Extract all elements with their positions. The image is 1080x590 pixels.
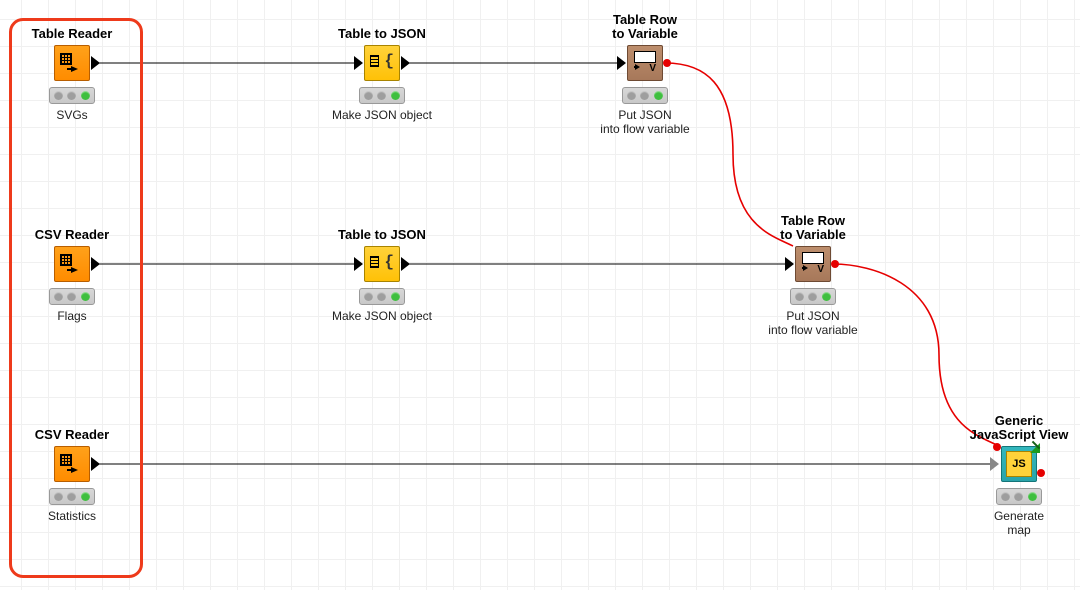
variable-output-port[interactable]	[1037, 469, 1045, 477]
node-n7[interactable]: CSV Reader Statistics	[0, 428, 147, 523]
node-n1[interactable]: Table Reader SVGs	[0, 27, 147, 122]
output-port[interactable]	[91, 257, 100, 271]
input-port[interactable]	[990, 457, 999, 471]
generic-js-view-icon[interactable]: JS	[1001, 446, 1037, 482]
table-to-json-icon[interactable]: {	[364, 45, 400, 81]
output-port[interactable]	[91, 457, 100, 471]
status-traffic-light	[996, 488, 1042, 505]
variable-output-port[interactable]	[831, 260, 839, 268]
input-port[interactable]	[785, 257, 794, 271]
status-traffic-light	[359, 87, 405, 104]
node-caption: Make JSON object	[307, 108, 457, 122]
node-caption: SVGs	[0, 108, 147, 122]
input-port[interactable]	[354, 257, 363, 271]
node-title: Generic JavaScript View	[944, 414, 1080, 442]
node-caption: Put JSON into flow variable	[570, 108, 720, 136]
status-traffic-light	[790, 288, 836, 305]
node-title: Table Row to Variable	[570, 13, 720, 41]
output-port[interactable]	[401, 56, 410, 70]
node-caption: Statistics	[0, 509, 147, 523]
variable-input-port[interactable]	[993, 443, 1001, 451]
output-port[interactable]	[91, 56, 100, 70]
node-title: Table to JSON	[307, 27, 457, 41]
node-caption: Generate map	[944, 509, 1080, 537]
workflow-canvas[interactable]: Table Reader SVGs Table to JSON { Make JSON …	[0, 0, 1080, 590]
table-row-to-variable-icon[interactable]: V	[795, 246, 831, 282]
node-n3[interactable]: Table Row to Variable V Put JSON into flow…	[570, 13, 720, 136]
status-traffic-light	[49, 488, 95, 505]
table-reader-icon[interactable]	[54, 246, 90, 282]
input-port[interactable]	[354, 56, 363, 70]
node-title: Table to JSON	[307, 228, 457, 242]
node-title: CSV Reader	[0, 228, 147, 242]
table-row-to-variable-icon[interactable]: V	[627, 45, 663, 81]
node-n8[interactable]: Generic JavaScript View JS Generate map	[944, 414, 1080, 537]
node-n5[interactable]: Table to JSON { Make JSON object	[307, 228, 457, 323]
node-caption: Make JSON object	[307, 309, 457, 323]
connection-layer	[0, 0, 1080, 590]
status-traffic-light	[359, 288, 405, 305]
node-title: Table Row to Variable	[738, 214, 888, 242]
node-title: Table Reader	[0, 27, 147, 41]
input-port[interactable]	[617, 56, 626, 70]
output-port[interactable]	[401, 257, 410, 271]
status-traffic-light	[49, 87, 95, 104]
table-reader-icon[interactable]	[54, 446, 90, 482]
node-caption: Flags	[0, 309, 147, 323]
table-reader-icon[interactable]	[54, 45, 90, 81]
node-caption: Put JSON into flow variable	[738, 309, 888, 337]
node-n4[interactable]: CSV Reader Flags	[0, 228, 147, 323]
node-n6[interactable]: Table Row to Variable V Put JSON into flow…	[738, 214, 888, 337]
status-traffic-light	[622, 87, 668, 104]
status-traffic-light	[49, 288, 95, 305]
node-n2[interactable]: Table to JSON { Make JSON object	[307, 27, 457, 122]
variable-output-port[interactable]	[663, 59, 671, 67]
node-title: CSV Reader	[0, 428, 147, 442]
table-to-json-icon[interactable]: {	[364, 246, 400, 282]
